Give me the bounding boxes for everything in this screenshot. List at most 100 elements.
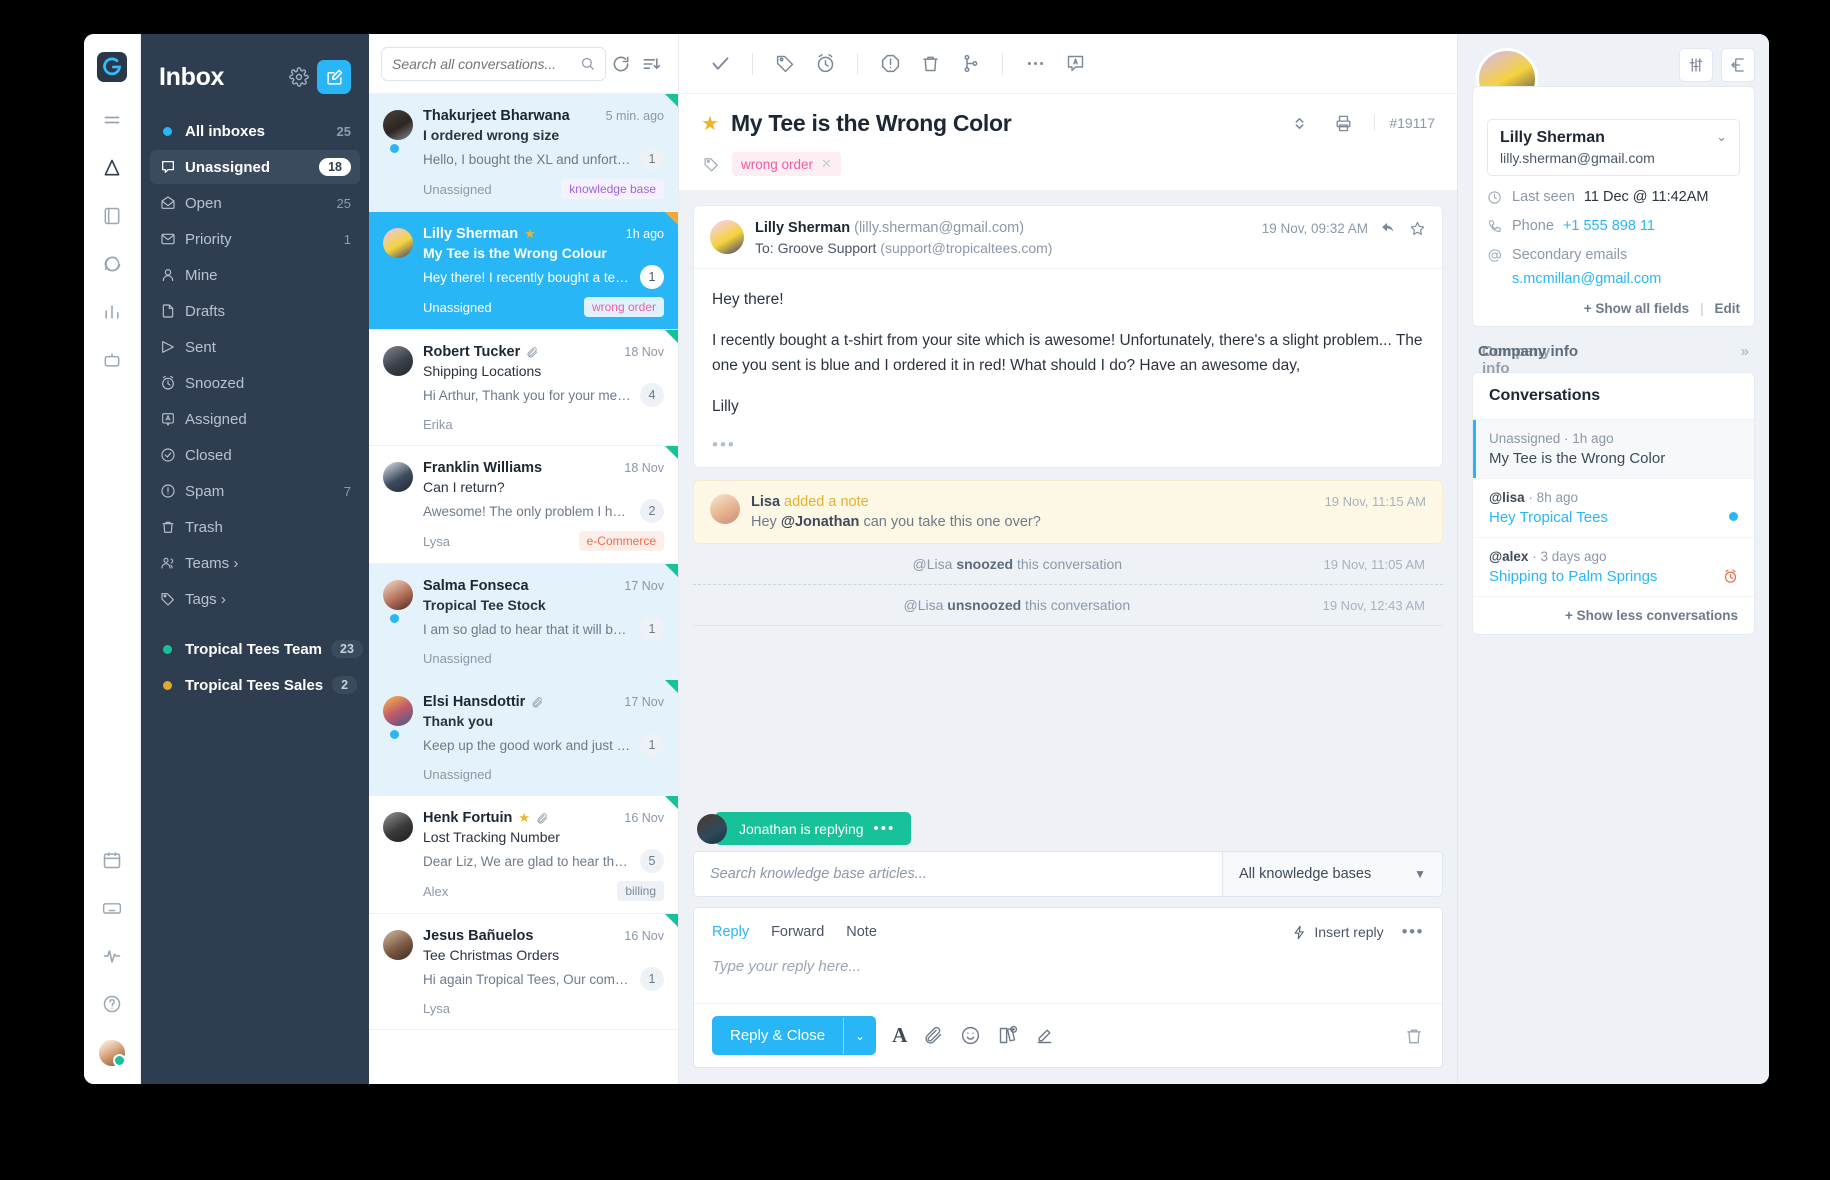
contacts-icon[interactable] — [95, 199, 129, 233]
sidebar-item-sent[interactable]: Sent — [150, 330, 360, 364]
open-panel-icon[interactable] — [1721, 48, 1755, 82]
reports-icon[interactable] — [95, 295, 129, 329]
sidebar-item-mine[interactable]: Mine — [150, 258, 360, 292]
knowledge-base-icon[interactable] — [997, 1025, 1018, 1046]
conversation-list-item[interactable]: Robert Tucker 18 Nov Shipping Locations Hi … — [369, 330, 678, 446]
reply-icon[interactable] — [1380, 220, 1397, 237]
keyboard-icon[interactable] — [95, 891, 129, 925]
sidebar-item-trash[interactable]: Trash — [150, 510, 360, 544]
gear-icon[interactable] — [289, 67, 309, 87]
sidebar-item-assigned[interactable]: Assigned — [150, 402, 360, 436]
search-input-wrapper[interactable] — [381, 46, 606, 81]
assign-icon[interactable] — [1056, 45, 1094, 83]
sidebar-item-teams[interactable]: Teams › — [150, 546, 360, 580]
print-icon[interactable] — [1324, 104, 1362, 142]
avatar[interactable] — [97, 1038, 127, 1068]
conversation-list-item[interactable]: Salma Fonseca 17 Nov Tropical Tee Stock I a… — [369, 564, 678, 680]
secondary-email-value[interactable]: s.mcmillan@gmail.com — [1512, 271, 1740, 287]
edit-contact-link[interactable]: Edit — [1715, 301, 1741, 316]
star-icon[interactable]: ★ — [518, 810, 530, 826]
compose-icon[interactable] — [317, 60, 351, 94]
tag-badge[interactable]: e-Commerce — [578, 531, 664, 551]
conversation-rows[interactable]: Thakurjeet Bharwana 5 min. ago I ordered w… — [369, 94, 678, 1084]
collapse-icon[interactable] — [1280, 104, 1318, 142]
sliders-icon[interactable] — [1679, 48, 1713, 82]
tab-reply[interactable]: Reply — [712, 924, 749, 940]
star-icon[interactable]: ★ — [701, 111, 719, 136]
contact-conversation-item[interactable]: Unassigned · 1h ago My Tee is the Wrong … — [1473, 420, 1754, 479]
conversation-list-item[interactable]: Lilly Sherman ★ 1h ago My Tee is the Wrong … — [369, 212, 678, 330]
menu-icon[interactable] — [95, 103, 129, 137]
contact-conversation-item[interactable]: @alex · 3 days ago Shipping to Palm Spri… — [1473, 538, 1754, 597]
sort-icon[interactable] — [636, 47, 666, 81]
status-corner-marker — [665, 330, 678, 343]
more-icon[interactable] — [1016, 45, 1054, 83]
chat-icon[interactable] — [95, 247, 129, 281]
conversation-list-item[interactable]: Henk Fortuin ★ 16 Nov Lost Tracking Number D… — [369, 796, 678, 914]
tab-note[interactable]: Note — [846, 924, 877, 940]
contact-conversation-item[interactable]: @lisa · 8h ago Hey Tropical Tees — [1473, 479, 1754, 538]
company-info-section[interactable]: Company info Company info » — [1472, 327, 1755, 377]
insert-reply-button[interactable]: Insert reply — [1292, 924, 1384, 940]
search-input[interactable] — [392, 55, 574, 72]
tab-forward[interactable]: Forward — [771, 924, 824, 940]
sidebar-item-open[interactable]: Open 25 — [150, 186, 360, 220]
show-all-fields-link[interactable]: + Show all fields — [1584, 301, 1689, 316]
groove-logo[interactable] — [97, 52, 127, 82]
format-text-icon[interactable]: A — [892, 1023, 907, 1048]
conversation-list-item[interactable]: Elsi Hansdottir 17 Nov Thank you Keep up th… — [369, 680, 678, 796]
reply-textarea[interactable]: Type your reply here... — [694, 952, 1442, 1003]
tag-icon[interactable] — [766, 45, 804, 83]
conversation-list-item[interactable]: Thakurjeet Bharwana 5 min. ago I ordered w… — [369, 94, 678, 212]
spam-icon[interactable] — [871, 45, 909, 83]
activity-icon[interactable] — [95, 939, 129, 973]
kb-search-input[interactable]: Search knowledge base articles... — [694, 852, 1222, 896]
chevron-down-icon[interactable]: ⌄ — [843, 1017, 876, 1054]
kb-scope-select[interactable]: All knowledge bases ▼ — [1222, 852, 1442, 896]
sidebar-header: Inbox — [141, 34, 369, 114]
conversation-tag-chip[interactable]: wrong order ✕ — [732, 152, 841, 176]
sidebar-group-tropical-tees-team[interactable]: Tropical Tees Team 23 — [150, 632, 363, 666]
discard-icon[interactable] — [1404, 1026, 1424, 1046]
sidebar-item-all-inboxes[interactable]: All inboxes 25 — [150, 114, 360, 148]
star-icon[interactable]: ★ — [524, 226, 536, 242]
check-icon[interactable] — [701, 45, 739, 83]
attachment-icon[interactable] — [923, 1025, 944, 1046]
expand-quote-icon[interactable]: ••• — [694, 435, 1442, 467]
tag-badge[interactable]: billing — [617, 881, 664, 901]
sidebar-item-drafts[interactable]: Drafts — [150, 294, 360, 328]
sidebar-item-unassigned[interactable]: Unassigned 18 — [150, 150, 360, 184]
reply-and-close-button[interactable]: Reply & Close ⌄ — [712, 1016, 877, 1055]
message-timestamp: 19 Nov, 09:32 AM — [1261, 221, 1368, 236]
automation-icon[interactable] — [95, 343, 129, 377]
help-icon[interactable] — [95, 987, 129, 1021]
star-outline-icon[interactable] — [1409, 220, 1426, 237]
show-less-conversations-link[interactable]: + Show less conversations — [1473, 597, 1754, 634]
message-count-badge: 1 — [640, 265, 664, 289]
signature-icon[interactable] — [1034, 1025, 1055, 1046]
sidebar-item-spam[interactable]: Spam 7 — [150, 474, 360, 508]
emoji-icon[interactable] — [960, 1025, 981, 1046]
sidebar-item-closed[interactable]: Closed — [150, 438, 360, 472]
conversation-list-item[interactable]: Franklin Williams 18 Nov Can I return? Awes… — [369, 446, 678, 564]
sidebar-item-tags[interactable]: Tags › — [150, 582, 360, 616]
chevron-down-icon[interactable]: ⌄ — [1716, 129, 1727, 145]
close-icon[interactable]: ✕ — [821, 156, 832, 172]
sidebar-item-snoozed[interactable]: Snoozed — [150, 366, 360, 400]
preview-text: Hi again Tropical Tees, Our company... — [423, 971, 632, 987]
conversation-list-item[interactable]: Jesus Bañuelos 16 Nov Tee Christmas Orders… — [369, 914, 678, 1030]
sidebar-group-tropical-tees-sales[interactable]: Tropical Tees Sales 2 — [150, 668, 360, 702]
merge-icon[interactable] — [951, 45, 989, 83]
editor-more-icon[interactable]: ••• — [1402, 922, 1424, 942]
chevron-right-icon[interactable]: » — [1741, 343, 1749, 360]
contact-name-box[interactable]: Lilly Sherman lilly.sherman@gmail.com ⌄ — [1487, 119, 1740, 176]
tag-badge[interactable]: knowledge base — [561, 179, 664, 199]
tag-badge[interactable]: wrong order — [583, 297, 664, 317]
field-value[interactable]: +1 555 898 11 — [1563, 218, 1655, 234]
sidebar-item-priority[interactable]: Priority 1 — [150, 222, 360, 256]
inbox-icon[interactable] — [95, 151, 129, 185]
calendar-icon[interactable] — [95, 843, 129, 877]
refresh-icon[interactable] — [606, 47, 636, 81]
trash-icon[interactable] — [911, 45, 949, 83]
snooze-icon[interactable] — [806, 45, 844, 83]
